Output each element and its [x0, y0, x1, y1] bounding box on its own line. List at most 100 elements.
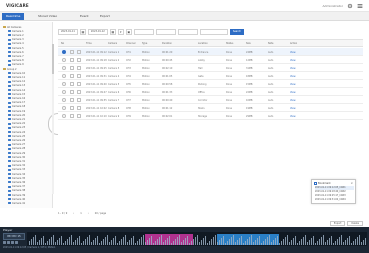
- date-to-field[interactable]: 2023-01-12: [87, 29, 108, 35]
- per-page-select[interactable]: 20 / page: [95, 212, 106, 215]
- channel-select[interactable]: [133, 29, 154, 35]
- play-clip-icon[interactable]: [70, 90, 74, 94]
- row-radio[interactable]: [62, 106, 66, 110]
- row-radio[interactable]: [62, 90, 66, 94]
- camera-icon: [8, 139, 11, 142]
- camera-select-icon[interactable]: ▣: [125, 29, 132, 35]
- column-header[interactable]: No: [61, 42, 64, 45]
- play-icon[interactable]: [7, 241, 10, 244]
- cell-note: Auto: [268, 91, 274, 94]
- tree-item[interactable]: Camera 41: [8, 201, 25, 205]
- download-icon[interactable]: [77, 50, 81, 54]
- waveform-bar: [311, 238, 312, 245]
- column-header[interactable]: Note: [268, 42, 273, 45]
- play-clip-icon[interactable]: [70, 58, 74, 62]
- play-clip-icon[interactable]: [70, 98, 74, 102]
- download-icon[interactable]: [77, 114, 81, 118]
- prev-page-icon[interactable]: ‹: [73, 212, 74, 215]
- download-icon[interactable]: [77, 82, 81, 86]
- tab-real-time[interactable]: Real-time: [2, 13, 25, 20]
- calendar-icon-2[interactable]: ▦: [109, 29, 116, 35]
- forward-icon[interactable]: [15, 241, 18, 244]
- tree-scrollbar-thumb[interactable]: [52, 44, 54, 74]
- close-icon[interactable]: ×: [350, 181, 353, 185]
- cell-action[interactable]: View: [290, 67, 295, 70]
- cell-action[interactable]: View: [290, 99, 295, 102]
- table-row[interactable]: 2023-01-11 09:31 Camera 4 CH4 Motion 00:01:0…: [58, 72, 363, 80]
- download-icon[interactable]: [77, 74, 81, 78]
- column-header[interactable]: Location: [198, 42, 208, 45]
- play-clip-icon[interactable]: [70, 106, 74, 110]
- download-icon[interactable]: [77, 90, 81, 94]
- download-icon[interactable]: [77, 66, 81, 70]
- user-name[interactable]: Administrator: [323, 4, 343, 8]
- export-button[interactable]: Export: [329, 221, 346, 226]
- cell-action[interactable]: View: [290, 75, 295, 78]
- pause-icon[interactable]: [11, 241, 14, 244]
- filter-icon[interactable]: ▾: [117, 29, 124, 35]
- table-row[interactable]: 2023-01-11 09:25 Camera 3 CH3 Motion 00:02:1…: [58, 64, 363, 72]
- table-row[interactable]: 2023-01-11 10:10 Camera 9 CH9 Motion 00:02:0…: [58, 112, 363, 120]
- current-page[interactable]: 1: [80, 212, 82, 215]
- cell-action[interactable]: View: [290, 91, 295, 94]
- type-select[interactable]: [155, 29, 176, 35]
- download-icon[interactable]: [77, 58, 81, 62]
- column-header[interactable]: Action: [290, 42, 297, 45]
- download-icon[interactable]: [77, 98, 81, 102]
- row-radio[interactable]: [62, 74, 66, 78]
- cell-size: 10MB: [246, 99, 253, 102]
- calendar-icon[interactable]: ▦: [79, 29, 86, 35]
- table-row[interactable]: 2023-01-11 10:02 Camera 8 CH8 Motion 00:01:1…: [58, 104, 363, 112]
- cell-action[interactable]: View: [290, 51, 295, 54]
- table-row[interactable]: 2023-01-11 09:47 Camera 6 CH6 Motion 00:01:3…: [58, 88, 363, 96]
- play-clip-icon[interactable]: [70, 114, 74, 118]
- row-radio[interactable]: [62, 66, 66, 70]
- column-header[interactable]: Time: [86, 42, 92, 45]
- tab-export[interactable]: Export: [96, 13, 114, 20]
- column-header[interactable]: Size: [246, 42, 251, 45]
- play-clip-icon[interactable]: [70, 82, 74, 86]
- table-row[interactable]: 2023-01-11 09:40 Camera 5 CH5 Motion 00:00:5…: [58, 80, 363, 88]
- cell-action[interactable]: View: [290, 83, 295, 86]
- settings-icon[interactable]: [347, 3, 353, 9]
- cell-action[interactable]: View: [290, 115, 295, 118]
- play-clip-icon[interactable]: [70, 50, 74, 54]
- tab-stored-video[interactable]: Stored Video: [34, 13, 61, 20]
- date-from-field[interactable]: 2023-01-11: [58, 29, 78, 35]
- column-header[interactable]: Channel: [126, 42, 135, 45]
- rewind-icon[interactable]: [3, 241, 6, 244]
- tab-event[interactable]: Event: [76, 13, 93, 20]
- tree-scrollbar[interactable]: [52, 44, 54, 194]
- column-header[interactable]: Camera: [108, 42, 117, 45]
- table-row[interactable]: 2023-01-11 09:18 Camera 2 CH2 Motion 00:00:4…: [58, 56, 363, 64]
- search-button[interactable]: Search: [229, 29, 245, 35]
- table-row[interactable]: 2023-01-11 09:55 Camera 7 CH7 Motion 00:00:4…: [58, 96, 363, 104]
- play-clip-icon[interactable]: [70, 74, 74, 78]
- cell-size: 18MB: [246, 75, 253, 78]
- cell-action[interactable]: View: [290, 107, 295, 110]
- column-header[interactable]: Duration: [162, 42, 172, 45]
- row-radio[interactable]: [62, 58, 66, 62]
- column-header[interactable]: Type: [142, 42, 147, 45]
- waveform-bar: [183, 240, 184, 245]
- row-radio[interactable]: [62, 114, 66, 118]
- cell-time: 2023-01-11 09:25: [86, 67, 107, 70]
- delete-button[interactable]: Delete: [347, 221, 363, 226]
- status-select[interactable]: [177, 29, 198, 35]
- row-radio[interactable]: [62, 50, 66, 54]
- timeline-track[interactable]: [27, 232, 367, 246]
- menu-icon[interactable]: [357, 3, 363, 9]
- popup-list-item[interactable]: 2023-01-11 09:31:02_CAM4: [315, 198, 354, 202]
- waveform-bar: [353, 241, 354, 245]
- row-radio[interactable]: [62, 98, 66, 102]
- keyword-input[interactable]: [199, 29, 228, 35]
- next-page-icon[interactable]: ›: [88, 212, 89, 215]
- cell-action[interactable]: View: [290, 59, 295, 62]
- play-clip-icon[interactable]: [70, 66, 74, 70]
- row-radio[interactable]: [62, 82, 66, 86]
- table-row[interactable]: 2023-01-11 09:12 Camera 1 CH1 Motion 00:01:2…: [58, 48, 363, 56]
- tree-item-label: Camera 19: [12, 109, 26, 113]
- tree-item-label: Camera 3: [12, 38, 24, 42]
- download-icon[interactable]: [77, 106, 81, 110]
- column-header[interactable]: Status: [226, 42, 233, 45]
